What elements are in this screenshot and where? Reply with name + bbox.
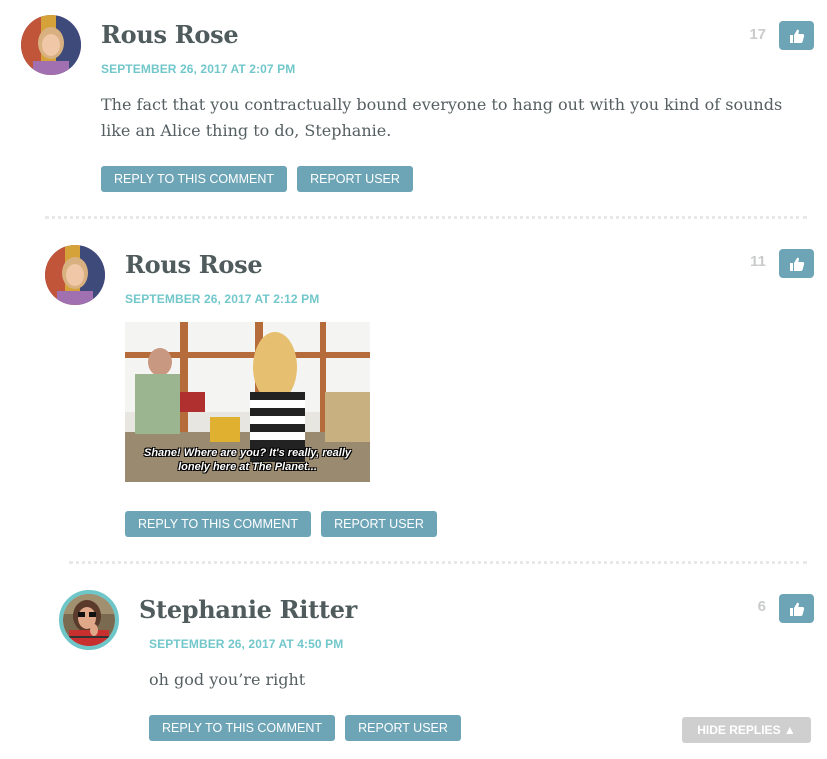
gif-caption: Shane! Where are you? It's really, reall… xyxy=(143,447,351,473)
like-button[interactable] xyxy=(779,249,814,278)
comment-date[interactable]: SEPTEMBER 26, 2017 AT 2:12 PM xyxy=(125,292,319,306)
divider xyxy=(69,561,807,564)
avatar-photo-icon xyxy=(63,594,115,646)
thumbs-up-icon xyxy=(789,257,804,271)
like-count: 6 xyxy=(757,598,766,615)
avatar[interactable] xyxy=(21,15,81,75)
comment-author[interactable]: Rous Rose xyxy=(125,250,263,279)
like-count: 17 xyxy=(749,26,766,43)
thumbs-up-icon xyxy=(789,29,804,43)
reply-button[interactable]: REPLY TO THIS COMMENT xyxy=(101,166,287,192)
like-count: 11 xyxy=(750,253,766,270)
avatar[interactable] xyxy=(59,590,119,650)
report-user-button[interactable]: REPORT USER xyxy=(297,166,413,192)
comment-text: The fact that you contractually bound ev… xyxy=(101,95,783,140)
thumbs-up-icon xyxy=(789,602,804,616)
comment-author[interactable]: Rous Rose xyxy=(101,20,239,49)
reply-button[interactable]: REPLY TO THIS COMMENT xyxy=(125,511,311,537)
comment-date[interactable]: SEPTEMBER 26, 2017 AT 4:50 PM xyxy=(149,637,343,651)
report-user-button[interactable]: REPORT USER xyxy=(345,715,461,741)
reply-button[interactable]: REPLY TO THIS COMMENT xyxy=(149,715,335,741)
avatar-photo-icon xyxy=(45,245,105,305)
avatar-photo-icon xyxy=(21,15,81,75)
like-button[interactable] xyxy=(779,594,814,623)
avatar[interactable] xyxy=(45,245,105,305)
divider xyxy=(45,216,807,219)
comment-author[interactable]: Stephanie Ritter xyxy=(139,595,357,624)
hide-replies-button[interactable]: HIDE REPLIES ▲ xyxy=(682,717,811,743)
embedded-gif[interactable]: Shane! Where are you? It's really, reall… xyxy=(125,322,370,482)
report-user-button[interactable]: REPORT USER xyxy=(321,511,437,537)
comment-text: oh god you’re right xyxy=(149,670,306,689)
comment-date[interactable]: SEPTEMBER 26, 2017 AT 2:07 PM xyxy=(101,62,295,76)
like-button[interactable] xyxy=(779,21,814,50)
